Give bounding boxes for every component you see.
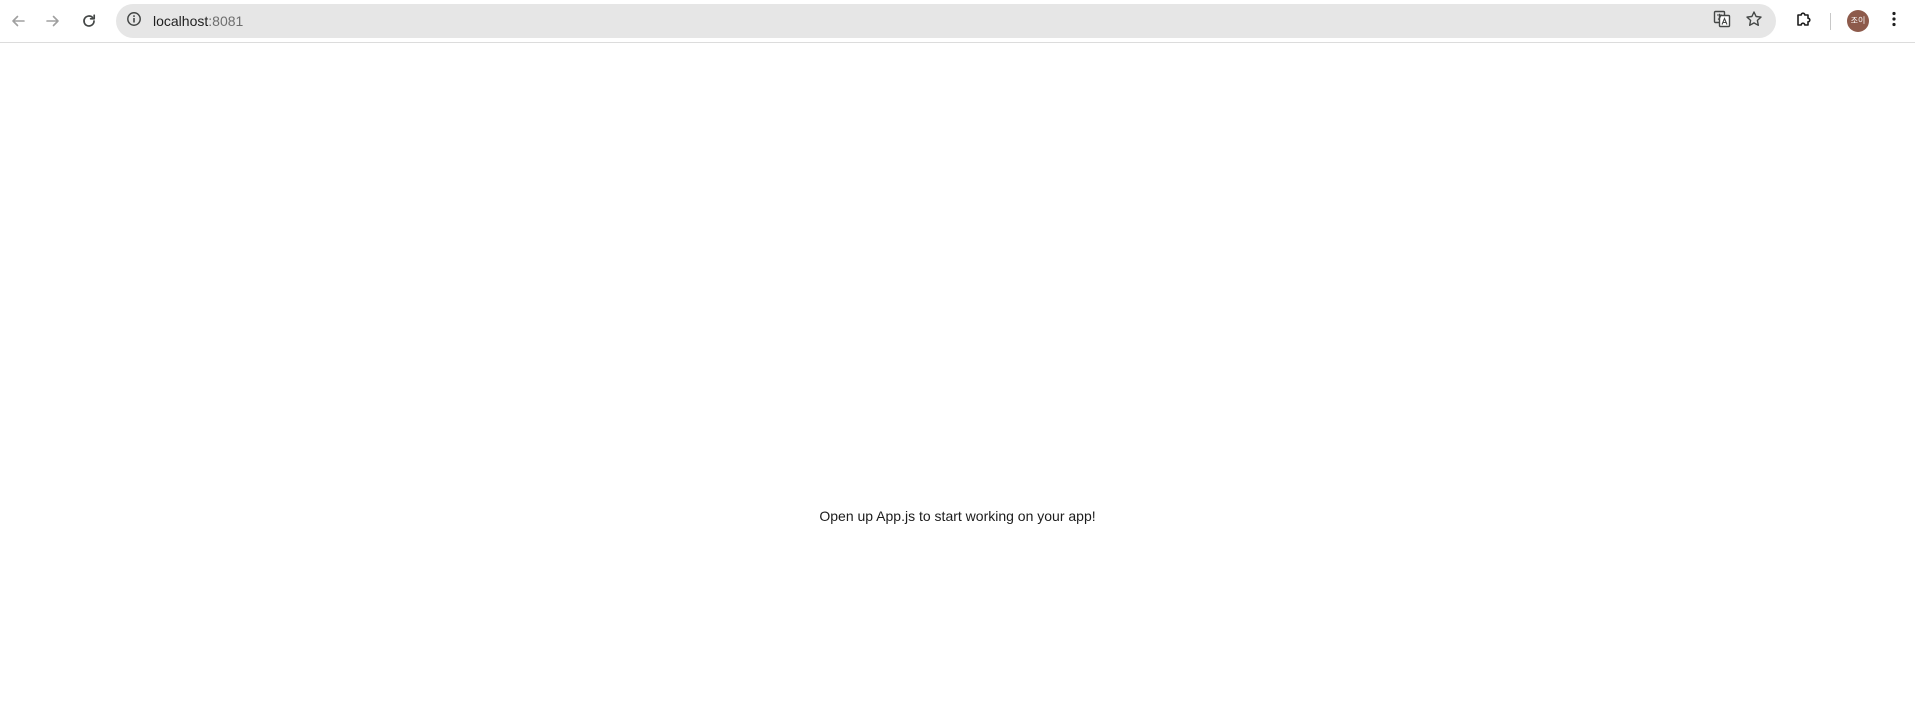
browser-toolbar: localhost:8081 조이 (0, 0, 1915, 43)
toolbar-divider (1830, 13, 1831, 30)
reload-icon (81, 13, 97, 29)
forward-button[interactable] (38, 6, 68, 36)
translate-icon (1713, 10, 1731, 33)
bookmark-button[interactable] (1743, 10, 1765, 32)
extensions-puzzle-icon (1795, 10, 1813, 33)
kebab-menu-icon (1885, 10, 1903, 33)
page-content: Open up App.js to start working on your … (0, 43, 1915, 711)
browser-menu-button[interactable] (1880, 7, 1908, 35)
app-message: Open up App.js to start working on your … (819, 508, 1096, 524)
address-bar[interactable]: localhost:8081 (116, 4, 1776, 38)
forward-arrow-icon (45, 13, 61, 29)
site-info-icon (126, 11, 142, 32)
extensions-button[interactable] (1790, 7, 1818, 35)
bookmark-star-icon (1745, 10, 1763, 33)
profile-avatar[interactable]: 조이 (1847, 10, 1869, 32)
back-arrow-icon (10, 13, 26, 29)
back-button[interactable] (3, 6, 33, 36)
reload-button[interactable] (74, 6, 104, 36)
translate-button[interactable] (1711, 10, 1733, 32)
url-port: :8081 (208, 13, 244, 29)
url-host: localhost (153, 13, 209, 29)
site-info-button[interactable] (122, 9, 146, 33)
url-text[interactable]: localhost:8081 (153, 4, 243, 38)
